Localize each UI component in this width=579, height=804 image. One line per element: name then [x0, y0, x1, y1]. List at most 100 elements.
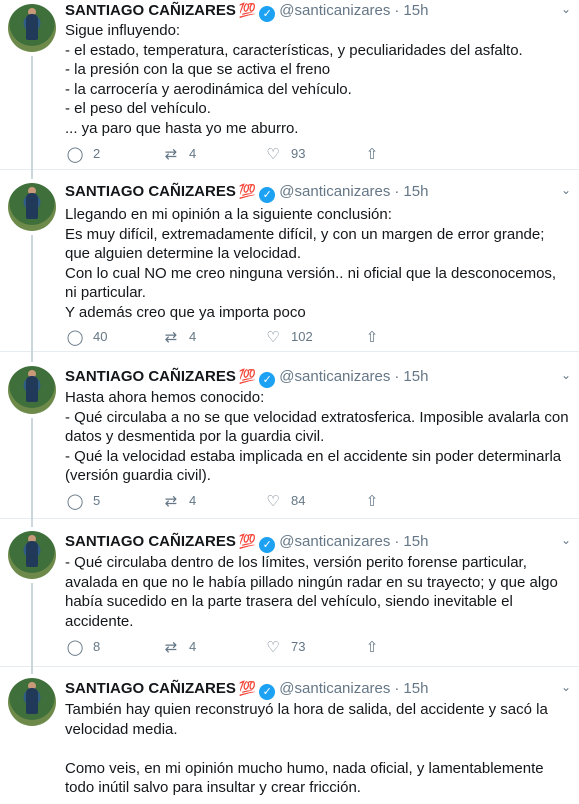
author-name[interactable]: SANTIAGO CAÑIZARES — [65, 368, 236, 385]
tweet-text: También hay quien reconstruyó la hora de… — [65, 701, 548, 797]
reply-button[interactable]: ◯ 2 — [65, 144, 101, 164]
avatar[interactable] — [8, 4, 56, 52]
separator-dot: · — [394, 533, 400, 550]
retweet-count: 4 — [189, 146, 197, 161]
like-count: 93 — [291, 146, 306, 161]
reply-button[interactable]: ◯ 8 — [65, 637, 101, 657]
retweet-button[interactable]: ⇄ 4 — [161, 327, 197, 347]
speech-bubble-icon: ◯ — [66, 146, 84, 163]
tweet-header: SANTIAGO CAÑIZARES 💯 ✓ @santicanizares · 15h — [65, 678, 428, 700]
like-button[interactable]: ♡ 93 — [263, 144, 305, 164]
hundred-points-emoji: 💯 — [238, 533, 256, 549]
retweet-icon: ⇄ — [164, 146, 178, 163]
share-button[interactable]: ⇧ — [362, 327, 382, 347]
hundred-points-emoji: 💯 — [238, 183, 256, 199]
tweet-actions: ◯ 8 ⇄ 4 ♡ 73 ⇧ — [65, 637, 485, 657]
tweet-actions: ◯ 5 ⇄ 4 ♡ 84 ⇧ — [65, 491, 485, 511]
hundred-points-emoji: 💯 — [238, 680, 256, 696]
avatar[interactable] — [8, 366, 56, 414]
reply-count: 8 — [93, 639, 101, 654]
tweet-timestamp[interactable]: 15h — [403, 368, 428, 385]
thread-connector-line — [31, 56, 33, 179]
reply-button[interactable]: ◯ 5 — [65, 491, 101, 511]
verified-badge-icon: ✓ — [259, 6, 276, 22]
author-name[interactable]: SANTIAGO CAÑIZARES — [65, 2, 236, 19]
tweet-thread: SANTIAGO CAÑIZARES 💯 ✓ @santicanizares · 15h ⌄… — [0, 0, 579, 804]
tweet-timestamp[interactable]: 15h — [403, 533, 428, 550]
author-handle[interactable]: @santicanizares — [279, 368, 390, 385]
hundred-points-emoji: 💯 — [238, 368, 256, 384]
tweet-timestamp[interactable]: 15h — [403, 2, 428, 19]
chevron-down-icon[interactable]: ⌄ — [561, 681, 571, 693]
heart-icon: ♡ — [266, 639, 280, 656]
speech-bubble-icon: ◯ — [66, 493, 84, 510]
verified-badge-icon: ✓ — [259, 187, 276, 203]
author-name[interactable]: SANTIAGO CAÑIZARES — [65, 680, 236, 697]
retweet-count: 4 — [189, 639, 197, 654]
like-button[interactable]: ♡ 102 — [263, 327, 312, 347]
author-handle[interactable]: @santicanizares — [279, 183, 390, 200]
avatar[interactable] — [8, 678, 56, 726]
like-count: 73 — [291, 639, 306, 654]
avatar-figure-body — [26, 541, 38, 567]
reply-count: 2 — [93, 146, 101, 161]
retweet-button[interactable]: ⇄ 4 — [161, 491, 197, 511]
heart-icon: ♡ — [266, 329, 280, 346]
heart-icon: ♡ — [266, 146, 280, 163]
share-button[interactable]: ⇧ — [362, 491, 382, 511]
separator-dot: · — [394, 368, 400, 385]
speech-bubble-icon: ◯ — [66, 329, 84, 346]
verified-badge-icon: ✓ — [259, 372, 276, 388]
author-handle[interactable]: @santicanizares — [279, 2, 390, 19]
avatar[interactable] — [8, 183, 56, 231]
chevron-down-icon[interactable]: ⌄ — [561, 369, 571, 381]
heart-icon: ♡ — [266, 493, 280, 510]
avatar[interactable] — [8, 531, 56, 579]
hundred-points-emoji: 💯 — [238, 2, 256, 18]
like-button[interactable]: ♡ 84 — [263, 491, 305, 511]
author-name[interactable]: SANTIAGO CAÑIZARES — [65, 533, 236, 550]
avatar-figure-body — [26, 376, 38, 402]
avatar-figure-body — [26, 14, 38, 40]
chevron-down-icon[interactable]: ⌄ — [561, 184, 571, 196]
verified-badge-icon: ✓ — [259, 537, 276, 553]
retweet-icon: ⇄ — [164, 329, 178, 346]
tweet-text: Llegando en mi opinión a la siguiente co… — [65, 206, 557, 321]
avatar-figure-body — [26, 688, 38, 714]
tweet-timestamp[interactable]: 15h — [403, 183, 428, 200]
speech-bubble-icon: ◯ — [66, 639, 84, 656]
reply-count: 5 — [93, 493, 101, 508]
tweet-header: SANTIAGO CAÑIZARES 💯 ✓ @santicanizares · 15h — [65, 0, 428, 22]
retweet-count: 4 — [189, 329, 197, 344]
retweet-count: 4 — [189, 493, 197, 508]
thread-connector-line — [31, 418, 33, 527]
thread-connector-line — [31, 583, 33, 674]
tweet-text: Sigue influyendo: - el estado, temperatu… — [65, 22, 523, 137]
reply-count: 40 — [93, 329, 108, 344]
share-button[interactable]: ⇧ — [362, 144, 382, 164]
share-icon: ⇧ — [365, 146, 379, 163]
share-icon: ⇧ — [365, 493, 379, 510]
chevron-down-icon[interactable]: ⌄ — [561, 3, 571, 15]
verified-badge-icon: ✓ — [259, 684, 276, 700]
share-icon: ⇧ — [365, 639, 379, 656]
chevron-down-icon[interactable]: ⌄ — [561, 534, 571, 546]
author-handle[interactable]: @santicanizares — [279, 533, 390, 550]
retweet-button[interactable]: ⇄ 4 — [161, 637, 197, 657]
author-name[interactable]: SANTIAGO CAÑIZARES — [65, 183, 236, 200]
tweet-text: Hasta ahora hemos conocido: - Qué circul… — [65, 389, 569, 485]
tweet-text: - Qué circulaba dentro de los límites, v… — [65, 554, 563, 630]
share-button[interactable]: ⇧ — [362, 637, 382, 657]
retweet-button[interactable]: ⇄ 4 — [161, 144, 197, 164]
tweet-header: SANTIAGO CAÑIZARES 💯 ✓ @santicanizares · 15h — [65, 531, 428, 553]
like-button[interactable]: ♡ 73 — [263, 637, 305, 657]
tweet-timestamp[interactable]: 15h — [403, 680, 428, 697]
retweet-icon: ⇄ — [164, 493, 178, 510]
author-handle[interactable]: @santicanizares — [279, 680, 390, 697]
reply-button[interactable]: ◯ 40 — [65, 327, 108, 347]
separator-dot: · — [394, 2, 400, 19]
retweet-icon: ⇄ — [164, 639, 178, 656]
share-icon: ⇧ — [365, 329, 379, 346]
tweet-header: SANTIAGO CAÑIZARES 💯 ✓ @santicanizares · 15h — [65, 181, 428, 203]
avatar-figure-body — [26, 193, 38, 219]
